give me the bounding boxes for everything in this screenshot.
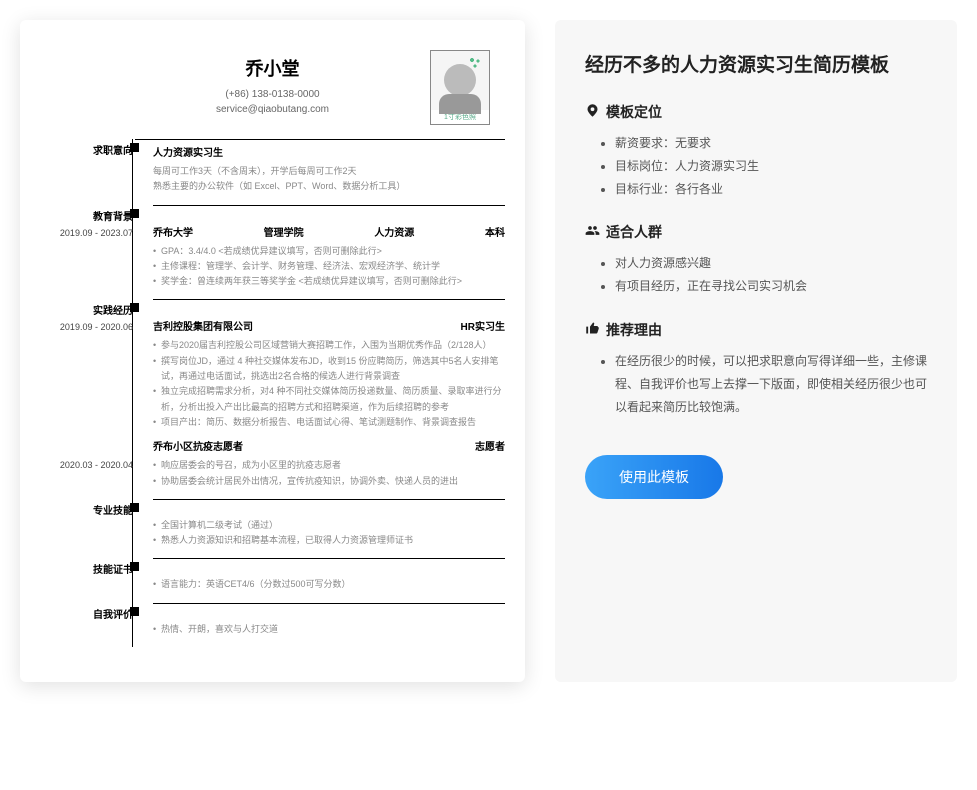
section-skills: 专业技能 全国计算机二级考试（通过） 熟悉人力资源知识和招聘基本流程，已取得人力… [153, 500, 505, 560]
section-practice: 实践经历 2019.09 - 2020.06 2020.03 - 2020.04… [153, 300, 505, 499]
target-icon [585, 103, 600, 121]
section-intent: 求职意向 人力资源实习生 每周可工作3天（不含周末），开学后每周可工作2天 熟悉… [153, 140, 505, 206]
resume-header: 乔小堂 (+86) 138-0138-0000 service@qiaobuta… [40, 55, 505, 117]
section-certs: 技能证书 语言能力：英语CET4/6（分数过500可写分数） [153, 559, 505, 603]
reason-section: 推荐理由 在经历很少的时候，可以把求职意向写得详细一些，主修课程、自我评价也写上… [585, 320, 927, 418]
photo-placeholder: 1寸彩色照 [430, 50, 490, 125]
section-education: 教育背景 2019.09 - 2023.07 乔布大学 管理学院 人力资源 本科… [153, 206, 505, 301]
panel-title: 经历不多的人力资源实习生简历模板 [585, 50, 927, 77]
thumbs-up-icon [585, 321, 600, 339]
section-selfeval: 自我评价 热情、开朗，喜欢与人打交道 [153, 604, 505, 647]
info-panel: 经历不多的人力资源实习生简历模板 模板定位 薪资要求：无要求 目标岗位：人力资源… [555, 20, 957, 682]
audience-section: 适合人群 对人力资源感兴趣 有项目经历，正在寻找公司实习机会 [585, 222, 927, 298]
resume-preview: 乔小堂 (+86) 138-0138-0000 service@qiaobuta… [20, 20, 525, 682]
use-template-button[interactable]: 使用此模板 [585, 455, 723, 499]
positioning-section: 模板定位 薪资要求：无要求 目标岗位：人力资源实习生 目标行业：各行各业 [585, 102, 927, 200]
people-icon [585, 223, 600, 241]
